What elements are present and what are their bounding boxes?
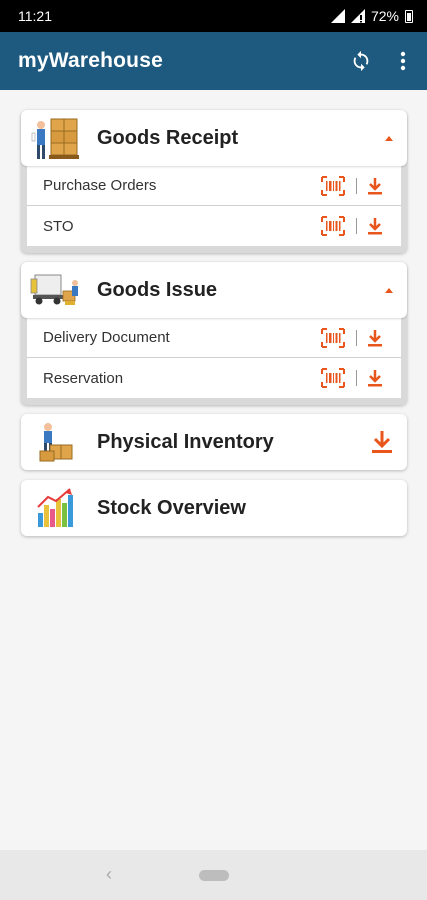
physical-inventory-card[interactable]: Physical Inventory (21, 414, 407, 470)
battery-percent: 72% (370, 8, 399, 24)
main-content: Goods Receipt Purchase Orders STO Goods … (0, 90, 427, 536)
collapse-caret-icon[interactable] (385, 287, 393, 293)
barcode-scan-icon[interactable] (321, 368, 345, 388)
barcode-scan-icon[interactable] (321, 175, 345, 196)
status-time: 11:21 (18, 8, 52, 24)
row-actions (321, 327, 383, 348)
goods-receipt-header[interactable]: Goods Receipt (21, 110, 407, 166)
refresh-icon[interactable] (349, 49, 373, 73)
physical-inventory-title: Physical Inventory (97, 430, 274, 453)
divider (356, 329, 357, 346)
app-actions (349, 49, 415, 73)
inventory-worker-icon (27, 418, 85, 466)
list-item-label: Purchase Orders (43, 177, 157, 194)
bar-chart-icon (27, 484, 85, 532)
more-vert-icon[interactable] (391, 49, 415, 73)
list-item-label: Delivery Document (43, 329, 170, 346)
collapse-caret-icon[interactable] (385, 135, 393, 141)
list-item-purchase-orders[interactable]: Purchase Orders (27, 166, 401, 206)
download-icon[interactable] (367, 177, 383, 195)
goods-issue-header[interactable]: Goods Issue (21, 262, 407, 318)
divider (356, 177, 357, 194)
list-item-delivery-document[interactable]: Delivery Document (27, 318, 401, 358)
cellular-icon (350, 9, 365, 23)
barcode-scan-icon[interactable] (321, 327, 345, 348)
goods-issue-section: Goods Issue Delivery Document Reservatio… (21, 262, 407, 405)
battery-icon (405, 9, 413, 23)
delivery-truck-icon (27, 266, 85, 314)
goods-issue-list: Delivery Document Reservation (27, 318, 401, 398)
list-item-reservation[interactable]: Reservation (27, 358, 401, 398)
signal-icon (330, 9, 345, 23)
row-actions (321, 216, 383, 236)
home-pill-icon[interactable] (198, 869, 229, 881)
pallet-boxes-icon (27, 114, 85, 162)
system-nav-bar: ‹ (0, 850, 427, 900)
goods-issue-title: Goods Issue (97, 278, 218, 301)
row-actions (321, 368, 383, 388)
list-item-label: Reservation (43, 369, 124, 387)
row-actions (321, 175, 383, 196)
download-icon[interactable] (371, 430, 393, 454)
list-item-sto[interactable]: STO (27, 206, 401, 246)
status-indicators: 72% (330, 8, 413, 24)
status-bar: 11:21 72% (0, 0, 427, 32)
barcode-scan-icon[interactable] (321, 216, 345, 236)
divider (356, 218, 357, 234)
stock-overview-title: Stock Overview (97, 496, 246, 519)
app-title: myWarehouse (18, 49, 163, 72)
download-icon[interactable] (367, 369, 383, 387)
goods-receipt-list: Purchase Orders STO (27, 166, 401, 246)
app-bar: myWarehouse (0, 32, 427, 90)
goods-receipt-title: Goods Receipt (97, 126, 239, 149)
download-icon[interactable] (367, 329, 383, 347)
stock-overview-card[interactable]: Stock Overview (21, 480, 407, 536)
divider (356, 370, 357, 386)
list-item-label: STO (43, 217, 74, 235)
back-icon[interactable]: ‹ (106, 864, 112, 885)
download-icon[interactable] (367, 217, 383, 235)
goods-receipt-section: Goods Receipt Purchase Orders STO (21, 110, 407, 253)
